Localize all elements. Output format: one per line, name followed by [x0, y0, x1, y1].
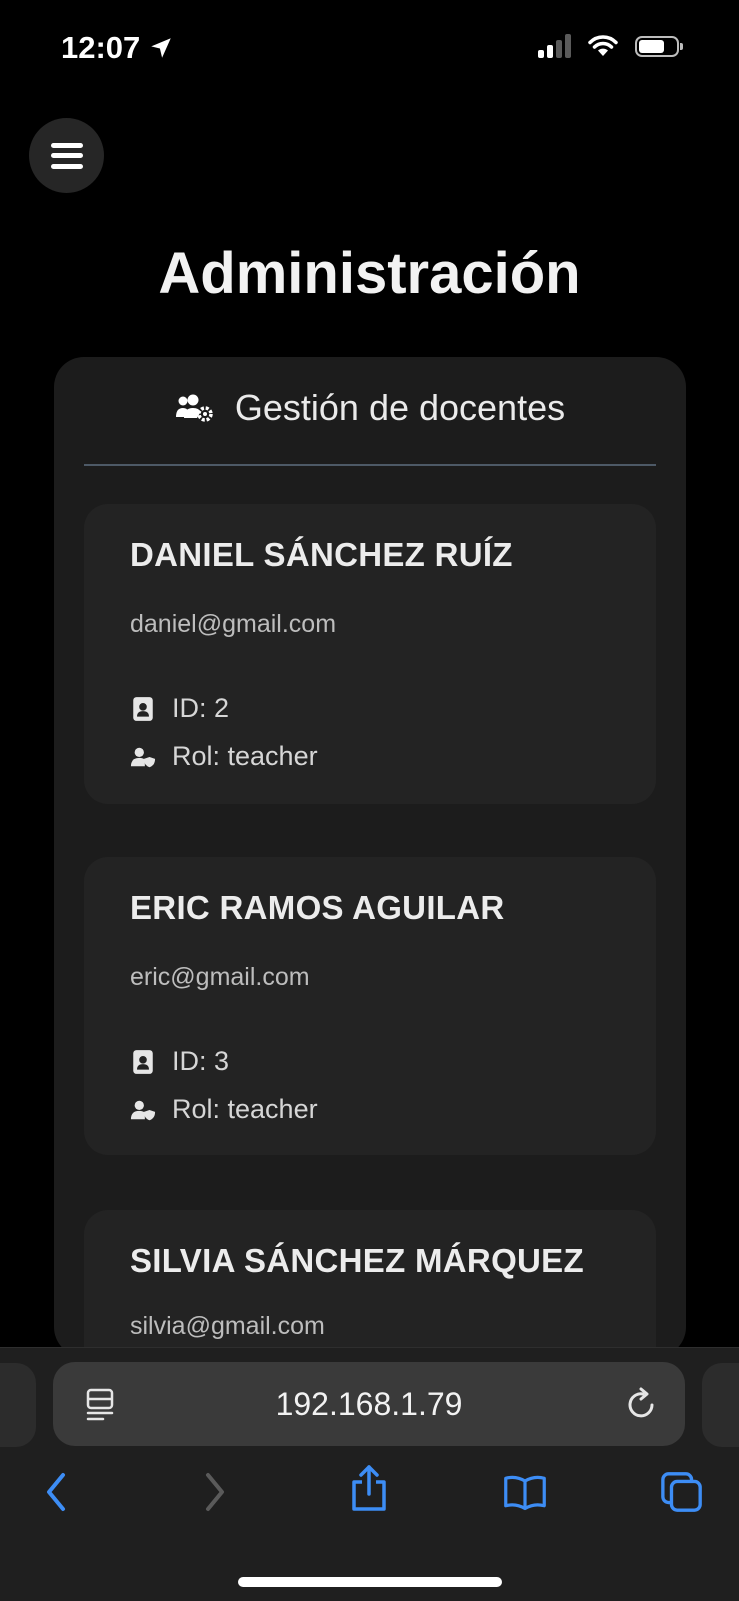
teacher-id-row: ID: 2 — [130, 693, 229, 724]
url-text: 192.168.1.79 — [275, 1386, 463, 1422]
user-shield-icon — [130, 747, 156, 767]
next-tab-preview[interactable] — [702, 1363, 739, 1447]
teacher-card[interactable]: ERIC RAMOS AGUILAR eric@gmail.com ID: 3 … — [84, 857, 656, 1155]
teacher-email: silvia@gmail.com — [130, 1312, 325, 1340]
tabs-button[interactable] — [660, 1470, 704, 1514]
teacher-name: SILVIA SÁNCHEZ MÁRQUEZ — [130, 1242, 584, 1279]
teacher-email: daniel@gmail.com — [130, 610, 337, 638]
battery-icon — [635, 35, 683, 57]
back-button[interactable] — [34, 1470, 78, 1514]
status-indicators — [538, 34, 683, 58]
chevron-left-icon — [47, 1473, 65, 1511]
teacher-id: ID: 3 — [172, 1046, 230, 1076]
teacher-role: Rol: teacher — [172, 741, 318, 771]
wifi-icon — [588, 35, 618, 56]
teacher-role-row: Rol: teacher — [130, 741, 318, 772]
tabs-icon — [661, 1472, 702, 1512]
chevron-right-icon — [206, 1473, 224, 1511]
teacher-name: DANIEL SÁNCHEZ RUÍZ — [130, 536, 513, 573]
teacher-role-row: Rol: teacher — [130, 1094, 318, 1125]
page-title: Administración — [158, 241, 581, 306]
teacher-management-panel: Gestión de docentes DANIEL SÁNCHEZ RUÍZ … — [54, 357, 686, 1410]
share-icon — [352, 1465, 386, 1511]
teacher-email: eric@gmail.com — [130, 963, 310, 991]
menu-button[interactable] — [29, 118, 104, 193]
bookmarks-button[interactable] — [503, 1470, 547, 1514]
id-badge-icon — [133, 696, 153, 721]
status-time: 12:07 — [61, 30, 174, 66]
previous-tab-preview[interactable] — [0, 1363, 36, 1447]
teacher-card[interactable]: DANIEL SÁNCHEZ RUÍZ daniel@gmail.com ID:… — [84, 504, 656, 804]
reload-icon[interactable] — [625, 1386, 659, 1422]
teacher-role: Rol: teacher — [172, 1094, 318, 1124]
id-badge-icon — [133, 1049, 153, 1074]
book-icon — [504, 1475, 546, 1511]
teacher-id-row: ID: 3 — [130, 1046, 229, 1077]
cellular-signal-icon — [538, 34, 571, 58]
user-shield-icon — [130, 1100, 156, 1120]
panel-header: Gestión de docentes — [54, 387, 686, 429]
panel-title: Gestión de docentes — [234, 387, 566, 428]
share-button[interactable] — [347, 1465, 391, 1511]
clock-text: 12:07 — [61, 30, 141, 65]
home-indicator[interactable] — [238, 1577, 502, 1587]
teacher-name: ERIC RAMOS AGUILAR — [130, 889, 505, 926]
teacher-id: ID: 2 — [172, 693, 230, 723]
location-arrow-icon — [151, 38, 172, 58]
address-bar[interactable]: 192.168.1.79 — [53, 1362, 685, 1446]
forward-button[interactable] — [193, 1470, 237, 1514]
users-cog-icon — [175, 394, 213, 422]
panel-divider — [84, 464, 656, 466]
hamburger-icon — [50, 142, 83, 169]
